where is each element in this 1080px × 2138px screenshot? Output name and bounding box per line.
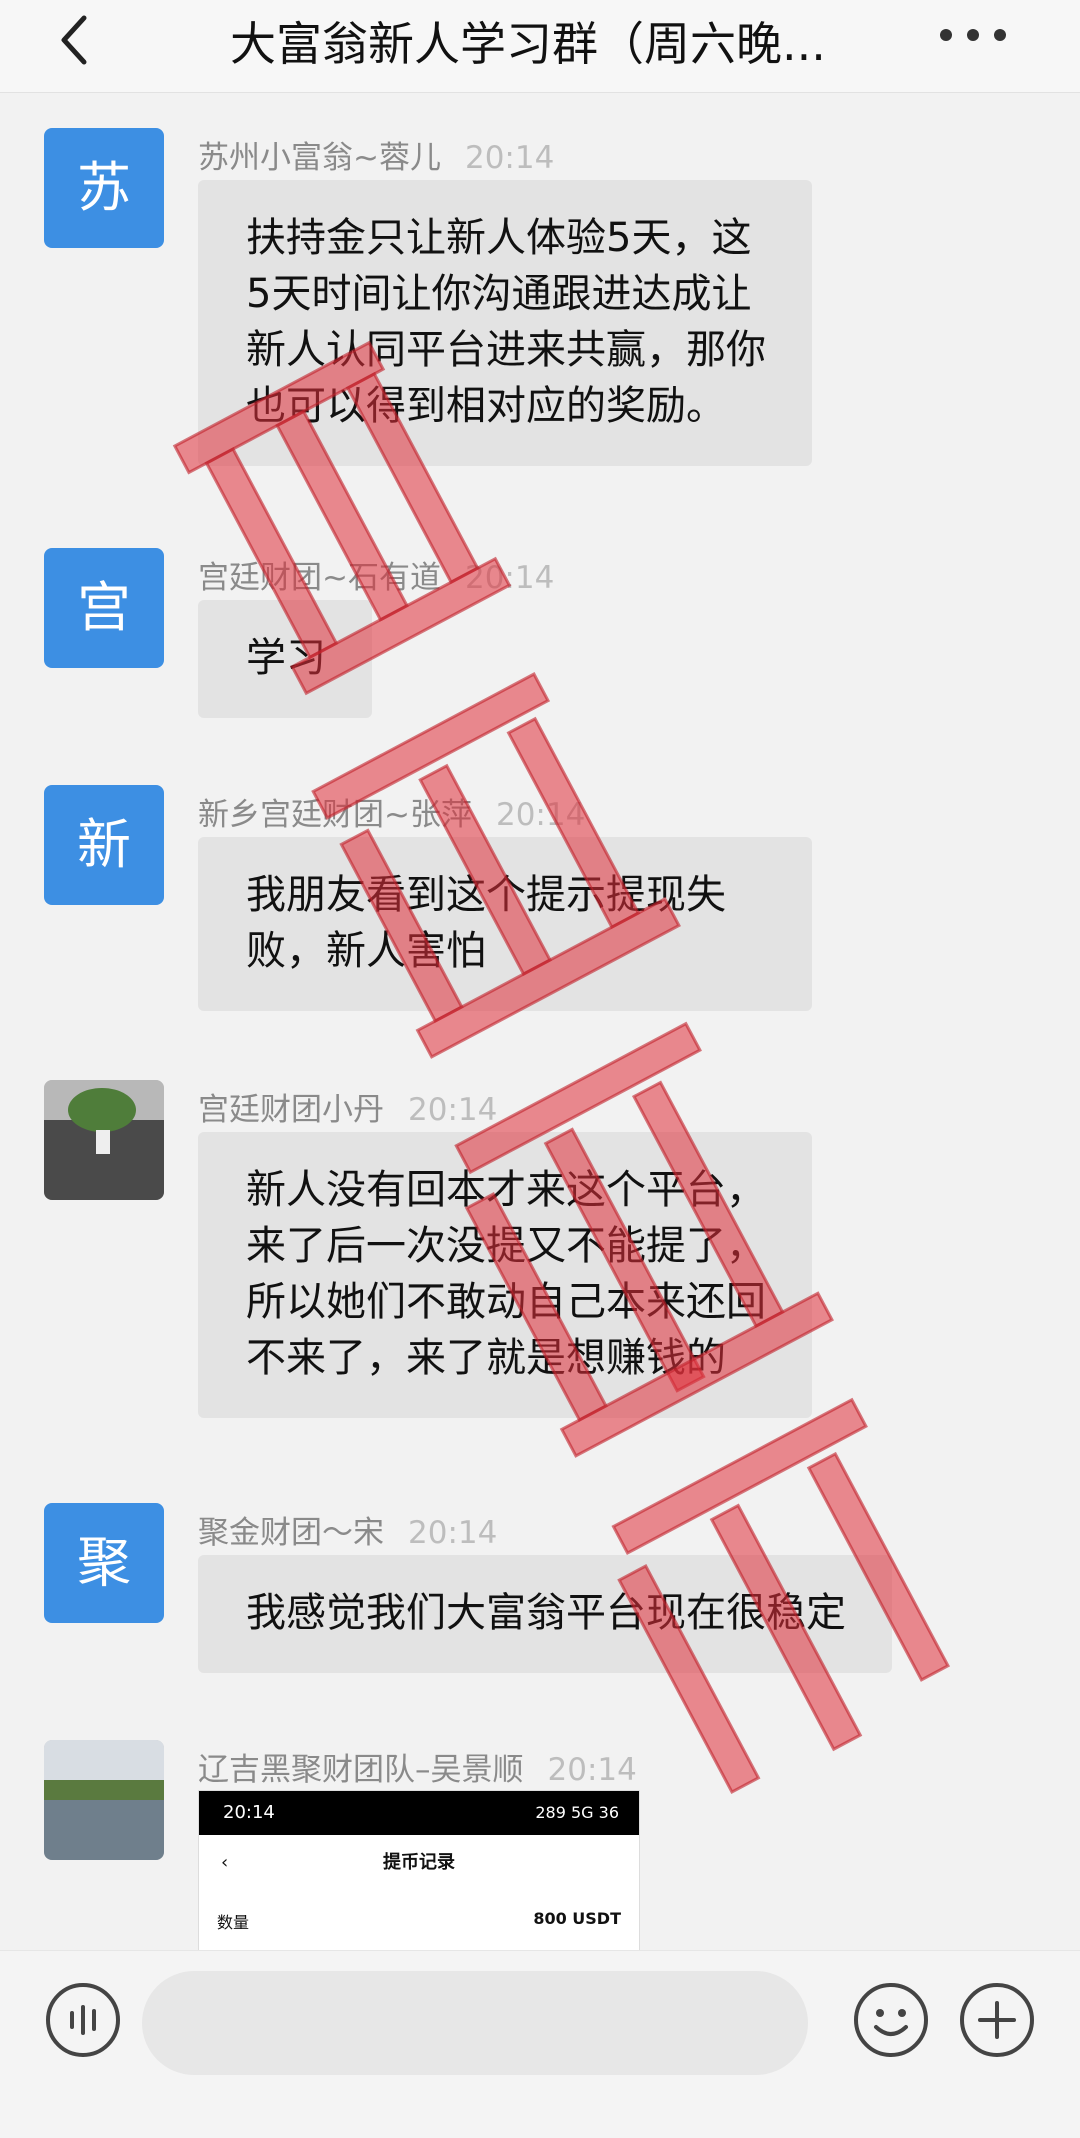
embedded-row-value: 800 USDT	[533, 1909, 621, 1928]
message-time: 20:14	[464, 560, 555, 596]
sender-name: 新乡宫廷财团~张萍	[198, 797, 472, 833]
more-dots-icon[interactable]	[936, 20, 1010, 50]
plant-photo-icon	[44, 1080, 164, 1200]
message-meta: 聚金财团～宋 20:14	[198, 1507, 497, 1552]
sender-name: 辽吉黑聚财团队–吴景顺	[198, 1752, 524, 1788]
input-bar	[0, 1950, 1080, 2138]
message-meta: 宫廷财团小丹 20:14	[198, 1084, 497, 1129]
embedded-status-bar: 20:14 289 5G 36	[199, 1791, 639, 1835]
message-time: 20:14	[408, 1515, 498, 1551]
avatar[interactable]: 新	[44, 785, 164, 905]
chat-header: 大富翁新人学习群（周六晚...	[0, 0, 1080, 93]
chat-title: 大富翁新人学习群（周六晚...	[230, 17, 826, 71]
message-time: 20:14	[495, 797, 586, 833]
add-icon[interactable]	[958, 1981, 1036, 2059]
message-time: 20:14	[464, 140, 555, 176]
embedded-screenshot[interactable]: 20:14 289 5G 36 ‹ 提币记录 数量 800 USDT	[198, 1790, 640, 1952]
embedded-row-label: 数量	[217, 1913, 250, 1932]
avatar[interactable]	[44, 1740, 164, 1860]
message-meta: 辽吉黑聚财团队–吴景顺 20:14	[198, 1744, 637, 1789]
message-meta: 宫廷财团~石有道 20:14	[198, 552, 554, 597]
message-bubble[interactable]: 扶持金只让新人体验5天，这5天时间让你沟通跟进达成让新人认同平台进来共赢，那你也…	[198, 180, 812, 466]
voice-icon[interactable]	[44, 1981, 122, 2059]
message-time: 20:14	[408, 1092, 498, 1128]
avatar[interactable]	[44, 1080, 164, 1200]
message-bubble[interactable]: 我朋友看到这个提示提现失败，新人害怕	[198, 837, 812, 1011]
message-meta: 新乡宫廷财团~张萍 20:14	[198, 789, 585, 834]
chevron-left-icon: ‹	[221, 1852, 229, 1873]
avatar[interactable]: 宫	[44, 548, 164, 668]
sender-name: 聚金财团～宋	[198, 1515, 384, 1551]
message-time: 20:14	[547, 1752, 637, 1788]
avatar[interactable]: 苏	[44, 128, 164, 248]
embedded-row: 数量 800 USDT	[199, 1891, 639, 1941]
emoji-icon[interactable]	[852, 1981, 930, 2059]
embedded-status-time: 20:14	[223, 1802, 275, 1823]
avatar[interactable]: 聚	[44, 1503, 164, 1623]
sender-name: 宫廷财团小丹	[198, 1092, 384, 1128]
message-bubble[interactable]: 我感觉我们大富翁平台现在很稳定	[198, 1555, 892, 1673]
embedded-nav-title: 提币记录	[383, 1852, 455, 1873]
message-meta: 苏州小富翁~蓉儿 20:14	[198, 132, 554, 177]
embedded-status-icons: 289 5G 36	[535, 1803, 619, 1822]
lake-photo-icon	[44, 1740, 164, 1860]
sender-name: 宫廷财团~石有道	[198, 560, 441, 596]
sender-name: 苏州小富翁~蓉儿	[198, 140, 441, 176]
chevron-left-icon[interactable]	[56, 12, 96, 68]
message-bubble[interactable]: 学习	[198, 600, 372, 718]
embedded-nav: ‹ 提币记录	[199, 1835, 639, 1891]
message-input[interactable]	[142, 1971, 808, 2075]
message-bubble[interactable]: 新人没有回本才来这个平台，来了后一次没提又不能提了，所以她们不敢动自己本来还回不…	[198, 1132, 812, 1418]
